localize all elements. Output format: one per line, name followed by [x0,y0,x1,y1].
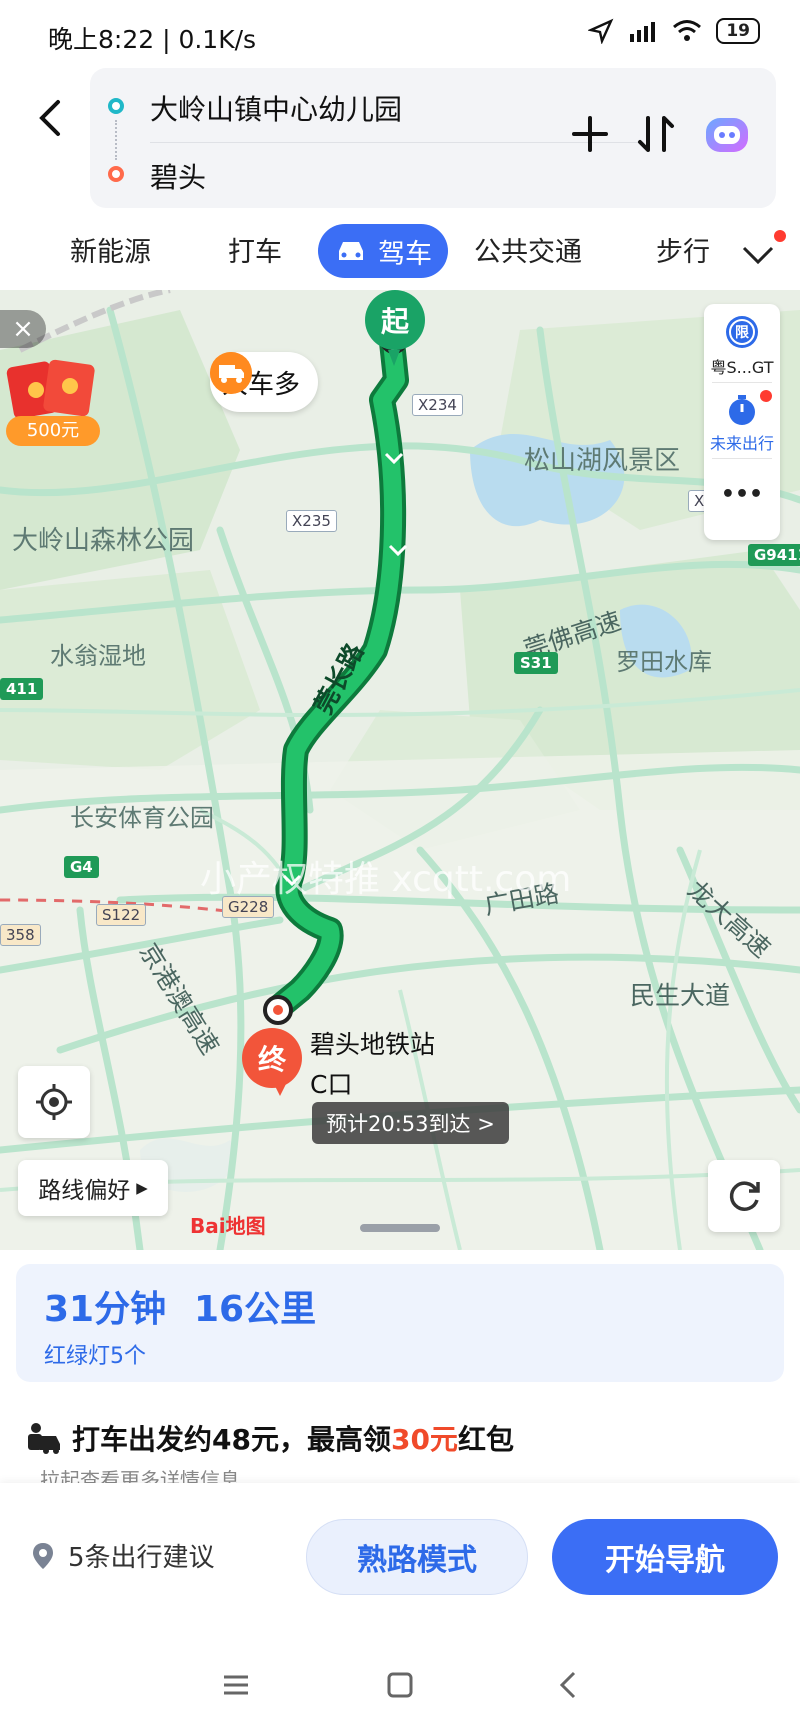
poi-songshan-lake[interactable]: 松山湖风景区 [524,440,680,477]
poi-luotian-reservoir[interactable]: 罗田水库 [616,642,712,677]
poi-dalingshan-forest[interactable]: 大岭山森林公园 [12,520,194,557]
back-nav-icon[interactable] [548,1665,588,1705]
pin-icon [33,1542,53,1569]
red-packet-icon [6,359,95,419]
taxi-offer-suffix: 红包 [457,1423,514,1456]
locate-icon [36,1084,72,1120]
status-icons: 19 [588,18,760,44]
origin-dot-icon [108,98,124,114]
destination-station-label[interactable]: 碧头地铁站 C口 [310,1025,435,1105]
start-marker: 起 [365,290,425,350]
timer-icon[interactable] [724,392,760,428]
swap-icon[interactable] [634,112,678,156]
station-name: 碧头地铁站 [310,1030,436,1059]
road-minsheng: 民生大道 [630,981,731,1010]
red-packet-promo[interactable]: 500元 [6,356,100,446]
signal-icon [630,22,656,42]
home-icon[interactable] [380,1665,420,1705]
close-promo-icon[interactable]: × [0,310,46,348]
battery-indicator: 19 [716,18,760,44]
route-distance: 16公里 [194,1289,317,1330]
end-marker: 终 [242,1028,302,1088]
menu-icon[interactable] [216,1665,256,1705]
route-header: 大岭山镇中心幼儿园 碧头 [0,64,800,214]
plate-label[interactable]: 粤S...GT [704,354,780,378]
watermark-text: 小产权特推 xcqtt.com [200,859,572,900]
status-time: 晚上8:22 | 0.1K/s [48,25,257,54]
route-preferences-button[interactable]: 路线偏好 ▸ [18,1160,168,1216]
system-nav-bar [0,1635,800,1733]
add-waypoint-icon[interactable] [568,112,612,156]
tab-transit[interactable]: 公共交通 [474,230,582,269]
refresh-button[interactable] [708,1160,780,1232]
action-bar: 5条出行建议 熟路模式 开始导航 [0,1483,800,1635]
shield-s122: S122 [96,904,147,926]
divider [150,142,640,143]
shield-g4: G4 [64,856,99,878]
mode-tabs: 新能源 打车 驾车 公共交通 步行 [0,214,800,290]
eta-badge[interactable]: 预计20:53到达 > [312,1102,509,1144]
tab-taxi[interactable]: 打车 [228,230,282,269]
baidu-logo: Bai地图 [190,1214,266,1238]
route-summary-sheet: 31分钟 16公里 红绿灯5个 打车出发约48元，最高领30元红包 拉起查看更多… [0,1250,800,1492]
shield-s31: S31 [514,652,558,674]
poi-changan-sports-park[interactable]: 长安体育公园 [70,798,214,833]
map-view[interactable]: × 500元 起 大车多 松山湖风景区 大岭山森林公园 水翁湿地 罗田水库 长安… [0,290,800,1250]
shield-g9411: G9411 [748,544,800,566]
tab-drive[interactable]: 驾车 [318,224,448,278]
route-connector [115,120,117,160]
future-travel-dot [760,390,772,402]
map-side-panel: 限 粤S...GT 未来出行 ••• [704,304,780,540]
station-exit: C口 [310,1070,353,1099]
familiar-route-mode-button[interactable]: 熟路模式 [306,1519,528,1595]
shield-358: 358 [0,924,41,946]
truck-icon [210,352,252,394]
tab-walk[interactable]: 步行 [656,230,710,269]
future-travel-label[interactable]: 未来出行 [704,430,780,454]
travel-suggestions-label: 5条出行建议 [68,1543,215,1573]
status-bar: 晚上8:22 | 0.1K/s 19 [0,0,800,64]
route-input-box: 大岭山镇中心幼儿园 碧头 [90,68,776,208]
side-divider [712,382,772,383]
caret-right-icon: ▸ [136,1175,148,1201]
taxi-offer[interactable]: 打车出发约48元，最高领30元红包 [26,1418,514,1458]
taxi-offer-prefix: 打车出发约48元，最高领 [72,1423,391,1456]
poi-shuiweng-wetland[interactable]: 水翁湿地 [50,636,146,671]
taxi-icon [28,1423,60,1454]
route-duration: 31分钟 [44,1289,167,1330]
destination-dot-icon [108,166,124,182]
side-divider [712,458,772,459]
traffic-tip-bubble[interactable]: 大车多 [210,352,319,412]
wifi-icon [673,20,702,41]
assistant-icon[interactable] [702,110,752,160]
car-icon [339,242,363,260]
taxi-offer-text: 打车出发约48元，最高领30元红包 [72,1418,514,1458]
tab-drive-label: 驾车 [378,238,432,270]
notification-dot [774,230,786,242]
tab-new-energy[interactable]: 新能源 [70,230,151,269]
shield-411: 411 [0,678,44,700]
origin-field[interactable]: 大岭山镇中心幼儿园 [150,88,402,128]
chevron-down-icon[interactable] [738,234,778,274]
more-icon[interactable]: ••• [704,482,780,507]
shield-x234: X234 [412,394,463,416]
destination-field[interactable]: 碧头 [150,156,206,196]
restriction-badge: 限 [735,325,749,341]
taxi-offer-amount: 30元 [390,1423,458,1456]
back-icon[interactable] [30,88,70,148]
red-packet-amount: 500元 [6,416,100,446]
route-preferences-label: 路线偏好 [38,1178,131,1204]
traffic-lights-count: 红绿灯5个 [44,1344,146,1369]
start-navigation-button[interactable]: 开始导航 [552,1519,778,1595]
refresh-icon [729,1181,760,1211]
location-arrow-icon [588,18,614,44]
travel-suggestions-button[interactable]: 5条出行建议 [32,1537,215,1574]
route-summary-card[interactable]: 31分钟 16公里 红绿灯5个 [16,1264,784,1382]
shield-x235: X235 [286,510,337,532]
locate-button[interactable] [18,1066,90,1138]
sheet-handle[interactable] [360,1224,440,1232]
